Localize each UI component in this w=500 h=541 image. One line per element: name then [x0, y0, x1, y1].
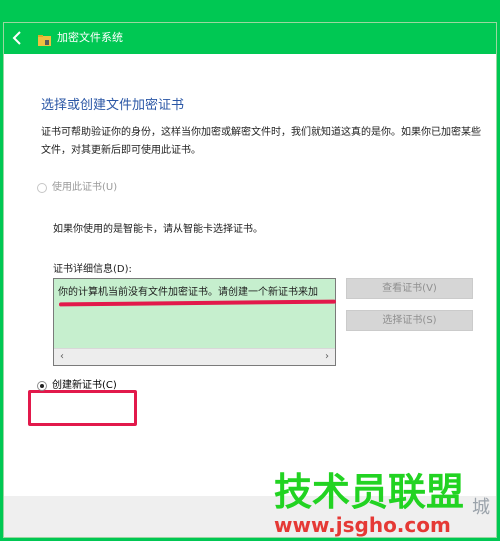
cert-details-box[interactable]: 你的计算机当前没有文件加密证书。请创建一个新证书来加 ‹ › — [53, 278, 337, 366]
select-cert-button[interactable]: 选择证书(S) — [346, 310, 473, 331]
highlight-annotation — [28, 390, 137, 426]
use-cert-radio[interactable] — [37, 183, 47, 193]
horizontal-scrollbar[interactable]: ‹ › — [54, 348, 335, 365]
page-heading: 选择或创建文件加密证书 — [41, 98, 185, 113]
cert-details-text: 你的计算机当前没有文件加密证书。请创建一个新证书来加 — [58, 287, 318, 298]
scroll-left-icon[interactable]: ‹ — [54, 349, 70, 365]
window-title: 加密文件系统 — [57, 31, 123, 44]
page-description: 证书可帮助验证你的身份，这样当你加密或解密文件时，我们就知道这真的是你。如果你已… — [41, 127, 481, 156]
efs-wizard-window: 加密文件系统 选择或创建文件加密证书 证书可帮助验证你的身份，这样当你加密或解密… — [3, 22, 497, 538]
smartcard-text: 如果你使用的是智能卡，请从智能卡选择证书。 — [53, 224, 263, 235]
folder-lock-icon — [38, 32, 51, 46]
footer-strip — [4, 496, 496, 537]
details-label: 证书详细信息(D): — [53, 264, 132, 275]
create-cert-label: 创建新证书(C) — [52, 380, 117, 391]
use-cert-label: 使用此证书(U) — [52, 182, 118, 193]
back-arrow-icon[interactable] — [9, 29, 27, 47]
red-underline-annotation — [58, 299, 337, 307]
view-cert-button[interactable]: 查看证书(V) — [346, 278, 473, 299]
scroll-right-icon[interactable]: › — [319, 349, 335, 365]
create-cert-radio[interactable] — [37, 381, 47, 391]
title-bar: 加密文件系统 — [4, 23, 496, 54]
